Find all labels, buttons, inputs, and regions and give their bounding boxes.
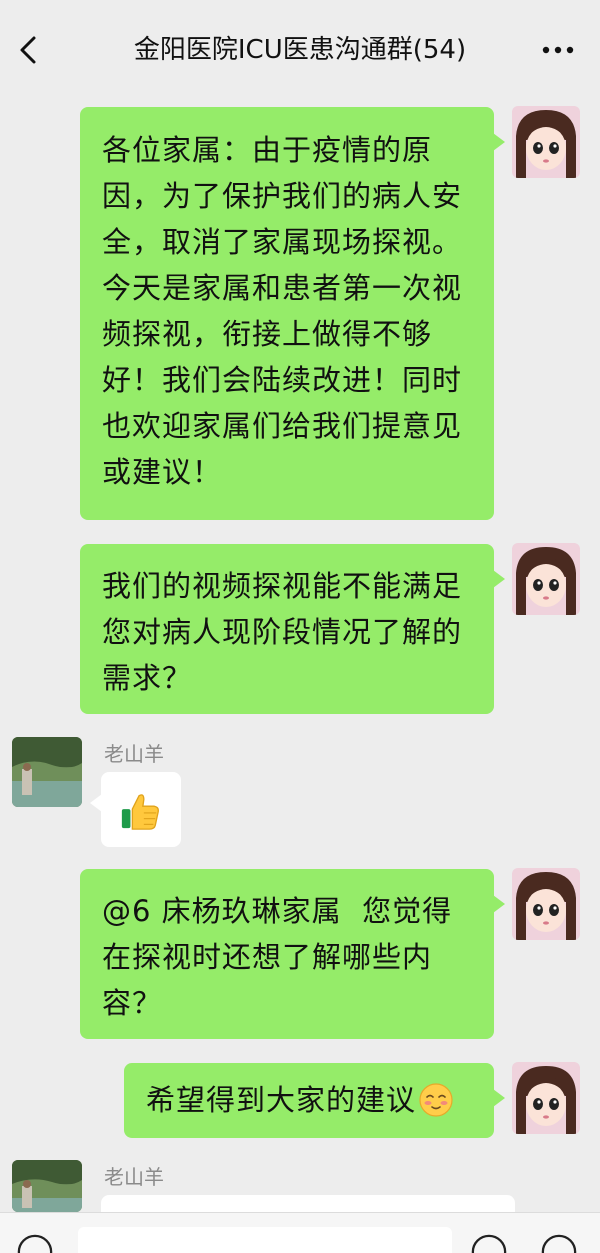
message-line: 各位家属：由于疫情的原 [102,133,433,167]
message-bubble-incoming[interactable] [90,772,181,847]
chevron-left-icon[interactable] [14,30,44,70]
input-bar [0,1212,600,1253]
plus-icon[interactable] [540,1233,578,1253]
message-line: 您对病人现阶段情况了解的 [102,615,463,649]
message-line: 好！我们会陆续改进！同时 [102,363,463,397]
thumbs-up-emoji [121,794,159,830]
shy-smile-emoji [419,1082,453,1117]
emoji-icon[interactable] [470,1233,508,1253]
message-line: 因，为了保护我们的病人安 [102,179,463,213]
more-dots-icon[interactable] [538,34,578,64]
message-line: 或建议！ [102,455,223,489]
sender-name: 老山羊 [104,1165,164,1189]
message-bubble-outgoing[interactable]: 希望得到大家的建议 [124,1063,505,1138]
avatar-self[interactable] [512,868,580,940]
message-line: 频探视，衔接上做得不够 [102,317,433,351]
message-bubble-outgoing[interactable]: 各位家属：由于疫情的原 因，为了保护我们的病人安 全，取消了家属现场探视。 今天… [80,107,505,520]
nav-bar: 金阳医院ICU医患沟通群(54) [0,0,600,98]
avatar-contact[interactable] [12,737,82,807]
message-line: 容？ [102,986,163,1020]
message-line: 我们的视频探视能不能满足 [102,569,463,603]
message-bubble-outgoing[interactable]: @6 床杨玖琳家属 您觉得 在探视时还想了解哪些内 容？ [80,869,505,1039]
message-line: 希望得到大家的建议 [146,1082,417,1117]
message-line: 在探视时还想了解哪些内 [102,940,433,974]
message-input[interactable] [78,1227,452,1253]
message-line: 全，取消了家属现场探视。 [102,225,463,259]
message-bubble-outgoing[interactable]: 我们的视频探视能不能满足 您对病人现阶段情况了解的 需求？ [80,544,505,714]
voice-icon[interactable] [16,1233,54,1253]
sender-name: 老山羊 [104,742,164,766]
message-line: 今天是家属和患者第一次视 [102,271,463,305]
avatar-contact[interactable] [12,1160,82,1212]
chat-title: 金阳医院ICU医患沟通群(54) [133,35,467,65]
message-line: @6 床杨玖琳家属 您觉得 [102,894,453,928]
avatar-self[interactable] [512,106,580,178]
avatar-self[interactable] [512,1062,580,1134]
message-line: 也欢迎家属们给我们提意见 [102,409,463,443]
avatar-self[interactable] [512,543,580,615]
message-line: 需求？ [102,661,193,695]
